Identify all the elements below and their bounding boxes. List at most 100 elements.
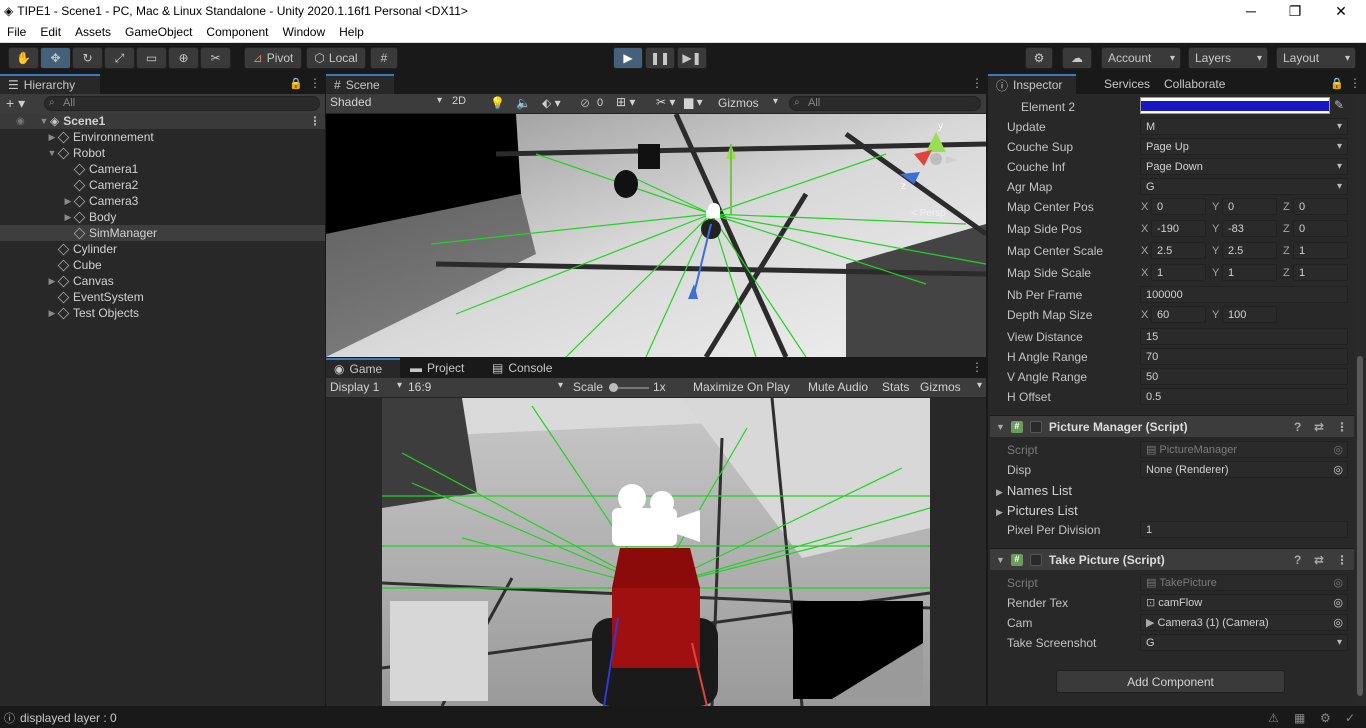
map-side-scale-x-field[interactable]: 1 <box>1151 264 1206 281</box>
agr-map-dropdown[interactable]: G <box>1140 178 1348 195</box>
scene-search-input[interactable]: ⌕ All <box>789 96 981 111</box>
custom-tool-icon[interactable]: ✂ <box>200 47 231 69</box>
menu-gameobject[interactable]: GameObject <box>118 25 199 39</box>
transform-tool-icon[interactable]: ⊕ <box>168 47 199 69</box>
kebab-menu-icon[interactable]: ⋮ <box>309 76 321 90</box>
help-icon[interactable]: ? <box>1294 553 1301 567</box>
map-center-pos-x-field[interactable]: 0 <box>1151 198 1206 215</box>
hierarchy-item-environnement[interactable]: ▶ Environnement <box>0 129 325 145</box>
maximize-on-play-toggle[interactable]: Maximize On Play <box>693 380 790 394</box>
object-picker-icon[interactable]: ◎ <box>1333 616 1343 629</box>
hidden-objects-icon[interactable]: ⊘ <box>580 96 590 110</box>
hierarchy-item-body[interactable]: ▶ Body <box>0 209 325 225</box>
move-tool-icon[interactable]: ✥ <box>40 47 71 69</box>
effects-icon[interactable]: ⬖ ▾ <box>542 96 561 110</box>
hierarchy-scene-row[interactable]: ◉ ▼ ◈ Scene1 ⋮ <box>0 113 325 129</box>
cache-icon[interactable]: ▦ <box>1294 711 1305 725</box>
grid-icon[interactable]: ⊞ ▾ <box>616 95 635 109</box>
tab-console[interactable]: ▤ Console <box>484 358 562 378</box>
tab-collaborate[interactable]: Collaborate <box>1156 74 1246 94</box>
layout-dropdown[interactable]: Layout ▾ <box>1276 47 1356 69</box>
menu-file[interactable]: File <box>0 25 33 39</box>
status-message[interactable]: displayed layer : 0 <box>20 711 117 725</box>
view-distance-field[interactable]: 15 <box>1140 328 1348 345</box>
hierarchy-item-camera2[interactable]: Camera2 <box>0 177 325 193</box>
tab-inspector[interactable]: ⓘ Inspector <box>988 74 1076 94</box>
scene-fold-icon[interactable]: ▼ <box>38 116 50 126</box>
scale-tool-icon[interactable]: ⤢ <box>104 47 135 69</box>
preset-icon[interactable]: ⇄ <box>1314 420 1324 434</box>
hierarchy-item-cylinder[interactable]: Cylinder <box>0 241 325 257</box>
pictures-list-foldout[interactable]: ▶ Pictures List <box>996 503 1078 518</box>
stats-toggle[interactable]: Stats <box>882 380 909 394</box>
h-angle-range-field[interactable]: 70 <box>1140 348 1348 365</box>
kebab-menu-icon[interactable]: ⋮ <box>309 114 321 128</box>
add-icon[interactable]: + ▾ <box>6 95 25 112</box>
object-picker-icon[interactable]: ◎ <box>1333 463 1343 476</box>
cam-field[interactable]: ▶ Camera3 (1) (Camera) ◎ <box>1140 614 1348 631</box>
debug-icon[interactable]: ⚙ <box>1320 711 1331 725</box>
progress-icon[interactable]: ⚠ <box>1268 711 1279 725</box>
scene-viewport[interactable]: y z < Persp <box>326 114 986 357</box>
menu-window[interactable]: Window <box>275 25 332 39</box>
map-center-scale-x-field[interactable]: 2.5 <box>1151 242 1206 259</box>
help-icon[interactable]: ? <box>1294 420 1301 434</box>
kebab-menu-icon[interactable]: ⋮ <box>971 76 983 90</box>
pause-button[interactable]: ❚❚ <box>645 47 675 69</box>
scale-slider-thumb[interactable] <box>609 383 618 392</box>
account-dropdown[interactable]: Account ▾ <box>1101 47 1181 69</box>
lock-icon[interactable]: 🔒 <box>289 77 303 90</box>
map-side-scale-z-field[interactable]: 1 <box>1293 264 1348 281</box>
tab-hierarchy[interactable]: ☰ Hierarchy <box>0 74 100 94</box>
mute-audio-toggle[interactable]: Mute Audio <box>808 380 868 394</box>
map-side-pos-x-field[interactable]: -190 <box>1151 220 1206 237</box>
scrollbar-thumb[interactable] <box>1357 356 1363 696</box>
cloud-icon[interactable]: ☁ <box>1062 47 1092 69</box>
tab-project[interactable]: ▬ Project <box>402 358 478 378</box>
step-button[interactable]: ▶❚ <box>677 47 707 69</box>
rect-tool-icon[interactable]: ▭ <box>136 47 167 69</box>
tab-services[interactable]: Services <box>1096 74 1164 94</box>
scene-gizmos-dropdown[interactable]: Gizmos ▾ <box>718 96 778 110</box>
v-angle-range-field[interactable]: 50 <box>1140 368 1348 385</box>
menu-help[interactable]: Help <box>332 25 371 39</box>
camera-icon[interactable]: ▆ ▾ <box>684 95 703 109</box>
object-picker-icon[interactable]: ◎ <box>1333 596 1343 609</box>
hierarchy-item-eventsystem[interactable]: EventSystem <box>0 289 325 305</box>
toggle-2d-button[interactable]: 2D <box>452 95 478 107</box>
picture-manager-header[interactable]: ▼ # Picture Manager (Script) ? ⇄ ⋮ <box>990 415 1354 437</box>
tools-icon[interactable]: ✂ ▾ <box>656 95 675 109</box>
hierarchy-item-canvas[interactable]: ▶ Canvas <box>0 273 325 289</box>
map-side-pos-y-field[interactable]: -83 <box>1222 220 1277 237</box>
nb-per-frame-field[interactable]: 100000 <box>1140 286 1348 303</box>
hierarchy-item-robot[interactable]: ▼ Robot <box>0 145 325 161</box>
kebab-menu-icon[interactable]: ⋮ <box>971 360 983 374</box>
game-gizmos-dropdown[interactable]: Gizmos ▾ <box>920 380 982 394</box>
scene-visibility-icon[interactable]: ◉ <box>16 116 38 127</box>
play-button[interactable]: ▶ <box>613 47 643 69</box>
h-offset-field[interactable]: 0.5 <box>1140 388 1348 405</box>
names-list-foldout[interactable]: ▶ Names List <box>996 483 1072 498</box>
take-picture-header[interactable]: ▼ # Take Picture (Script) ? ⇄ ⋮ <box>990 548 1354 570</box>
inspector-scrollbar[interactable] <box>1355 96 1365 704</box>
couche-inf-dropdown[interactable]: Page Down <box>1140 158 1348 175</box>
couche-sup-dropdown[interactable]: Page Up <box>1140 138 1348 155</box>
add-component-button[interactable]: Add Component <box>1056 670 1285 693</box>
eyedropper-icon[interactable]: ✎ <box>1334 98 1344 112</box>
pixel-per-division-field[interactable]: 1 <box>1140 521 1348 538</box>
maximize-icon[interactable]: ❐ <box>1272 0 1318 22</box>
check-icon[interactable]: ✓ <box>1345 711 1355 725</box>
pivot-button[interactable]: ⊿ Pivot <box>244 47 302 69</box>
enable-checkbox[interactable] <box>1029 553 1042 566</box>
fold-icon[interactable]: ▼ <box>996 422 1005 432</box>
rotate-tool-icon[interactable]: ↻ <box>72 47 103 69</box>
map-center-pos-y-field[interactable]: 0 <box>1222 198 1277 215</box>
element2-color-field[interactable] <box>1140 97 1330 114</box>
collab-icon[interactable]: ⚙ <box>1025 47 1053 69</box>
map-side-pos-z-field[interactable]: 0 <box>1293 220 1348 237</box>
display-dropdown[interactable]: Display 1 ▾ <box>330 380 402 394</box>
minimize-icon[interactable]: ─ <box>1228 0 1274 22</box>
lighting-icon[interactable]: 💡 <box>490 96 505 110</box>
kebab-menu-icon[interactable]: ⋮ <box>1336 553 1348 567</box>
hierarchy-item-camera1[interactable]: Camera1 <box>0 161 325 177</box>
